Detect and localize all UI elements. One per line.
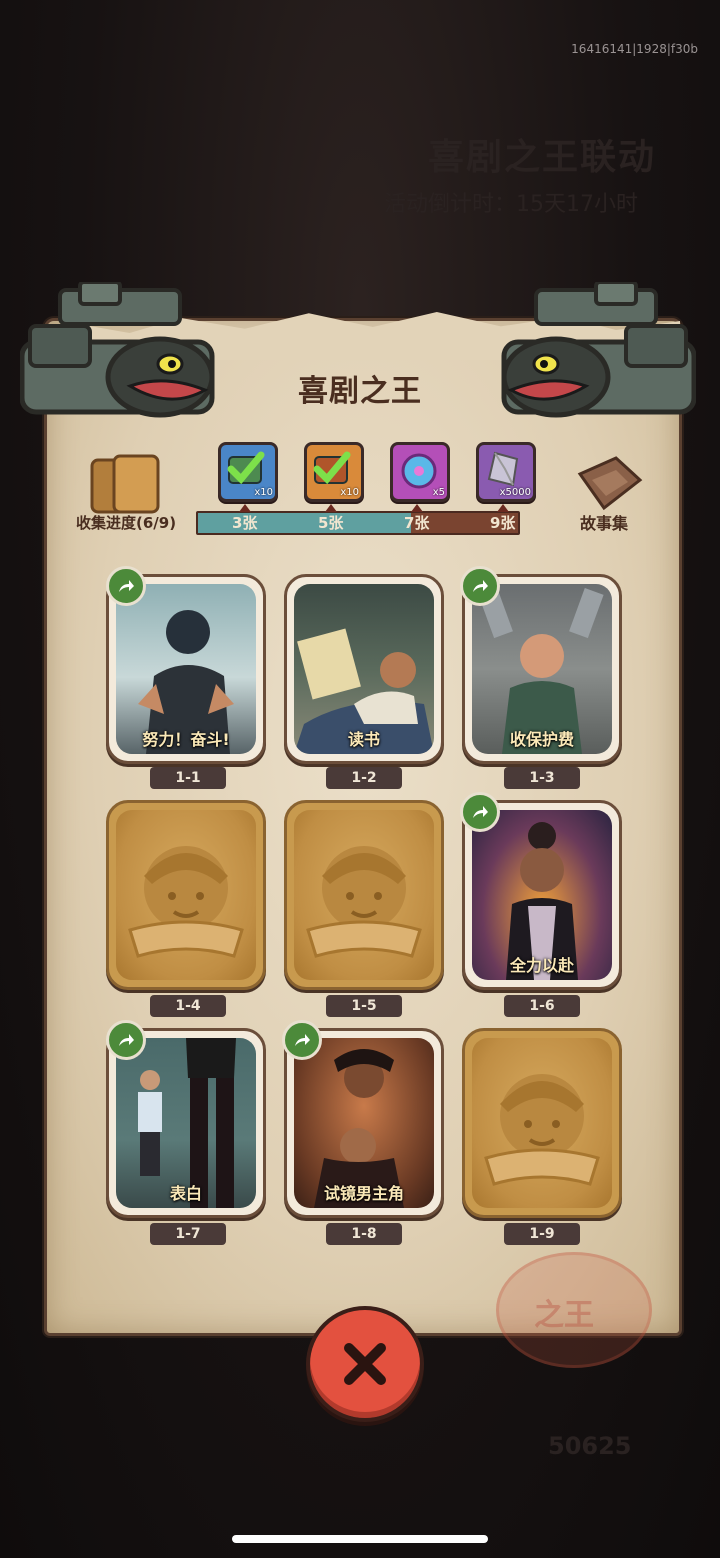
share-arrow-icon: [473, 580, 488, 592]
share-arrow-icon: [473, 806, 488, 818]
card-number: 1-6: [504, 995, 580, 1017]
purple-disc-icon: [401, 453, 437, 489]
milestone-label: 3张: [232, 514, 258, 532]
share-arrow-icon: [295, 1034, 310, 1046]
card-title: 读书: [347, 730, 380, 749]
reward-quantity: x5: [432, 487, 445, 498]
card-number: 1-5: [326, 995, 402, 1017]
locked-card-placeholder: [294, 810, 434, 980]
crystal-icon: [487, 451, 519, 487]
card-title: 试镜男主角: [323, 1184, 404, 1203]
locked-character-icon: [128, 846, 244, 958]
build-id-label: 16416141|1928|f30b: [571, 42, 698, 56]
collection-progress-label: 收集进度(6/9): [76, 514, 177, 532]
locked-card-placeholder: [116, 810, 256, 980]
locked-character-icon: [484, 1074, 600, 1186]
collection-book-icon[interactable]: [86, 454, 164, 516]
close-button[interactable]: [306, 1306, 424, 1422]
story-card-1-9-locked[interactable]: [462, 1028, 622, 1218]
background-event-title: 喜剧之王联动: [428, 137, 657, 178]
story-card-1-2[interactable]: 读书: [284, 574, 444, 764]
milestone-marker: [239, 504, 251, 512]
share-button[interactable]: [282, 1020, 322, 1060]
card-title: 全力以赴: [509, 956, 574, 975]
panel-title: 喜剧之王: [298, 374, 422, 409]
card-title: 努力！奋斗!: [142, 730, 230, 749]
milestone-marker: [325, 504, 337, 512]
milestone-reward-3[interactable]: x5: [390, 442, 450, 502]
share-arrow-icon: [119, 580, 134, 592]
story-collection-label[interactable]: 故事集: [580, 510, 628, 534]
home-indicator[interactable]: [232, 1535, 488, 1543]
reward-quantity: x10: [340, 487, 359, 498]
background-score: 50625: [548, 1432, 632, 1460]
story-card-1-4-locked[interactable]: [106, 800, 266, 990]
share-button[interactable]: [106, 1020, 146, 1060]
seal-text: 之王: [534, 1298, 594, 1333]
card-number: 1-4: [150, 995, 226, 1017]
story-book-icon[interactable]: [572, 454, 644, 512]
share-button[interactable]: [460, 792, 500, 832]
card-number: 1-1: [150, 767, 226, 789]
close-icon: [344, 1343, 386, 1385]
progress-bar-fill: [198, 513, 412, 533]
card-number: 1-8: [326, 1223, 402, 1245]
milestone-reward-4[interactable]: x5000: [476, 442, 536, 502]
card-title: 收保护费: [509, 730, 574, 749]
background-event-timer: 活动倒计时：15天17小时: [384, 192, 638, 217]
reward-quantity: x5000: [499, 487, 531, 498]
card-number: 1-7: [150, 1223, 226, 1245]
reward-quantity: x10: [254, 487, 273, 498]
milestone-reward-1[interactable]: x10: [218, 442, 278, 502]
share-button[interactable]: [460, 566, 500, 606]
share-arrow-icon: [119, 1034, 134, 1046]
locked-character-icon: [306, 846, 422, 958]
story-card-1-5-locked[interactable]: [284, 800, 444, 990]
card-number: 1-9: [504, 1223, 580, 1245]
card-number: 1-2: [326, 767, 402, 789]
milestone-reward-2[interactable]: x10: [304, 442, 364, 502]
milestone-marker: [411, 504, 423, 512]
locked-card-placeholder: [472, 1038, 612, 1208]
milestone-marker: [497, 504, 509, 512]
share-button[interactable]: [106, 566, 146, 606]
claimed-check-icon: [227, 451, 265, 485]
card-number: 1-3: [504, 767, 580, 789]
milestone-label: 9张: [490, 514, 516, 532]
claimed-check-icon: [313, 451, 351, 485]
milestone-label: 5张: [318, 514, 344, 532]
milestone-label: 7张: [404, 514, 430, 532]
card-title: 表白: [169, 1184, 202, 1203]
